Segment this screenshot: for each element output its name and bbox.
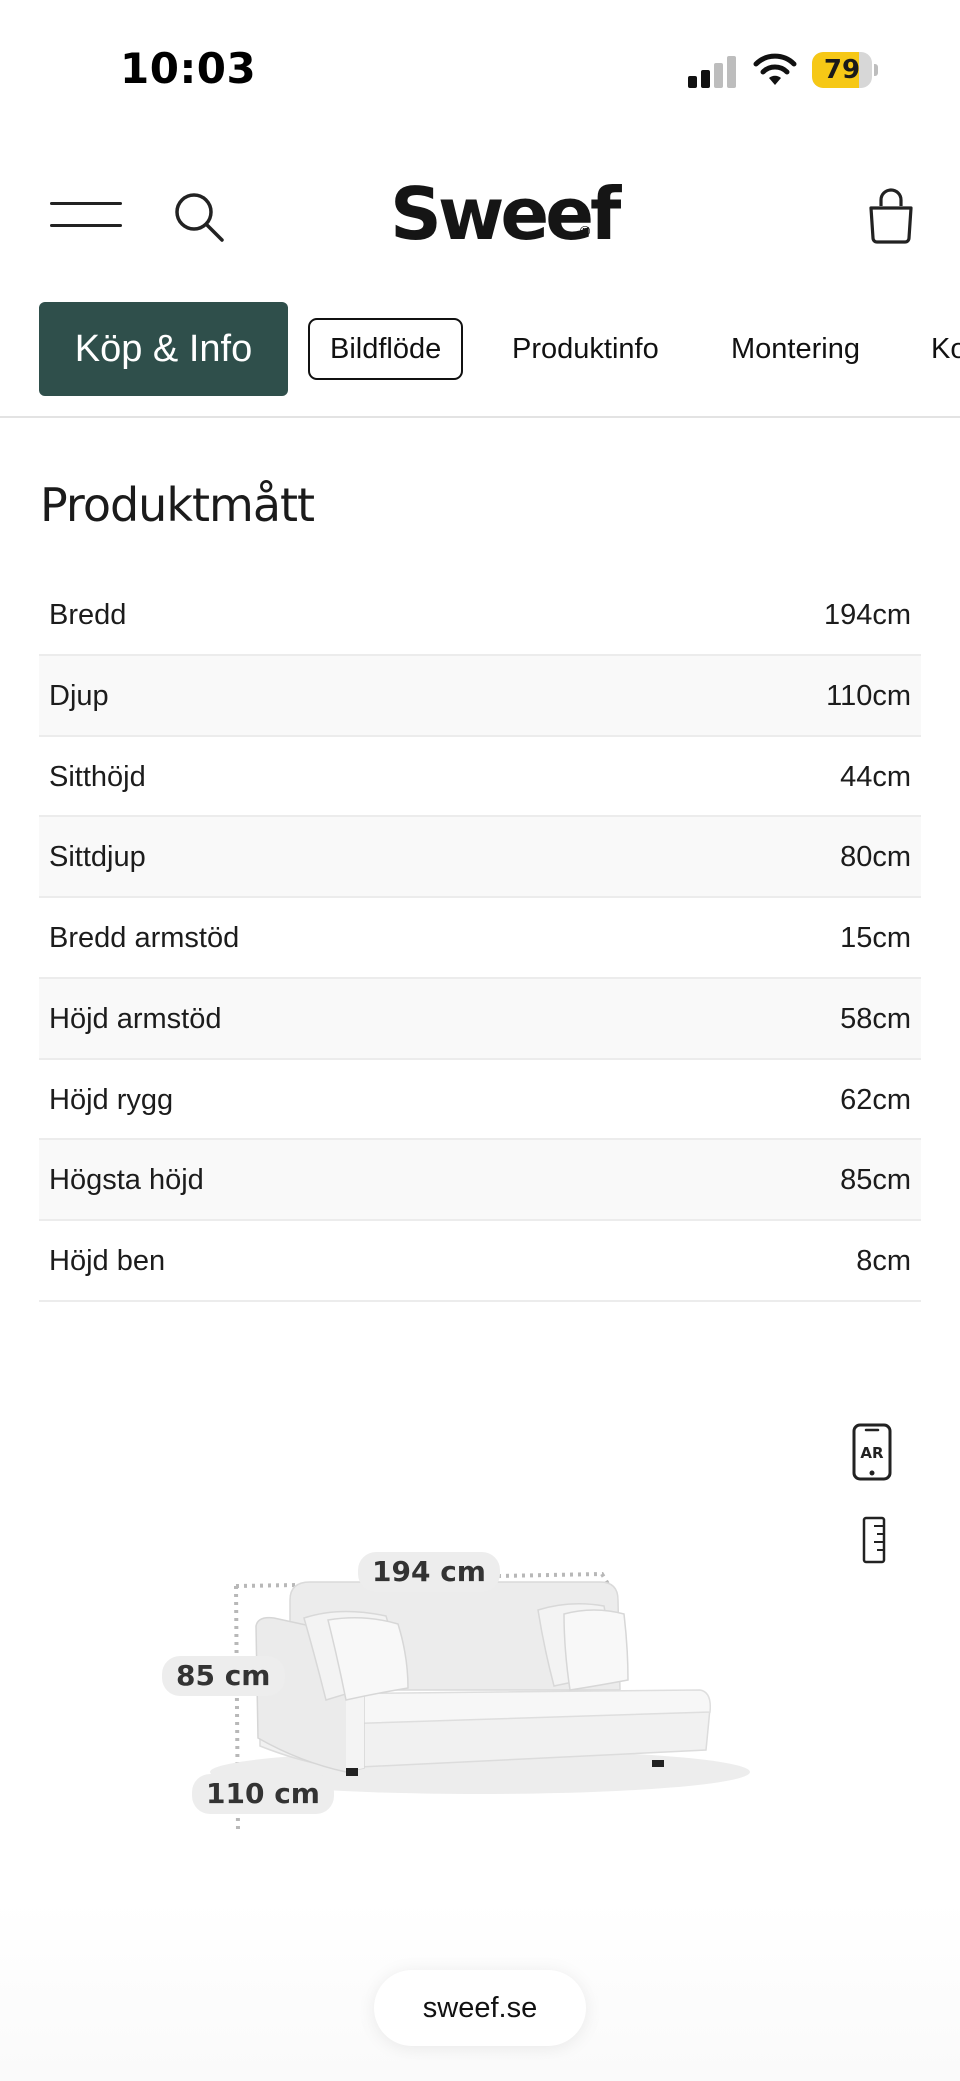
search-icon[interactable] bbox=[170, 188, 226, 244]
table-row: Höjd rygg 62cm bbox=[39, 1060, 921, 1141]
status-time: 10:03 bbox=[120, 44, 257, 93]
battery-level: 79 bbox=[823, 55, 861, 85]
tab-montering[interactable]: Montering bbox=[731, 302, 860, 396]
table-row: Höjd armstöd 58cm bbox=[39, 978, 921, 1060]
table-row: Bredd 194cm bbox=[39, 575, 921, 656]
dimension-value: 15cm bbox=[840, 922, 911, 954]
bag-icon[interactable] bbox=[866, 188, 916, 244]
dimension-label: Bredd armstöd bbox=[49, 922, 240, 954]
dimension-label: Bredd bbox=[49, 599, 127, 631]
browser-url-pill[interactable]: sweef.se bbox=[374, 1970, 586, 2046]
dimension-value: 85cm bbox=[840, 1164, 911, 1197]
table-row: Höjd ben 8cm bbox=[39, 1221, 921, 1302]
table-row: Bredd armstöd 15cm bbox=[39, 898, 921, 979]
ruler-icon[interactable] bbox=[862, 1516, 886, 1564]
tab-more[interactable]: Ko bbox=[931, 302, 960, 396]
status-bar: 10:03 79 bbox=[0, 0, 960, 140]
tab-bildflode[interactable]: Bildflöde bbox=[308, 318, 464, 380]
dimension-label: Djup bbox=[49, 679, 109, 712]
dimension-label: Sitthöjd bbox=[49, 760, 146, 793]
dimensions-table: Bredd 194cm Djup 110cm Sitthöjd 44cm Sit… bbox=[39, 575, 921, 1302]
dimension-label: Höjd armstöd bbox=[49, 1002, 222, 1035]
tabs-divider bbox=[0, 416, 960, 418]
site-header: Sweef ® bbox=[0, 160, 960, 280]
tab-produktinfo[interactable]: Produktinfo bbox=[512, 302, 659, 396]
width-dimension-label: 194 cm bbox=[358, 1552, 500, 1592]
dimension-value: 8cm bbox=[856, 1245, 911, 1277]
dimension-value: 110cm bbox=[826, 679, 911, 712]
dimension-label: Höjd ben bbox=[49, 1245, 166, 1277]
section-title: Produktmått bbox=[40, 478, 315, 532]
table-row: Djup 110cm bbox=[39, 655, 921, 737]
product-tabs: Köp & Info Bildflöde Produktinfo Monteri… bbox=[0, 302, 960, 418]
menu-icon[interactable] bbox=[50, 200, 122, 230]
tab-kop-info[interactable]: Köp & Info bbox=[39, 302, 288, 396]
dimension-label: Höjd rygg bbox=[49, 1083, 174, 1116]
height-dimension-label: 85 cm bbox=[162, 1656, 285, 1696]
dimension-value: 58cm bbox=[840, 1002, 911, 1035]
wifi-icon bbox=[753, 53, 797, 85]
dimension-label: Högsta höjd bbox=[49, 1164, 204, 1197]
ar-label: AR bbox=[860, 1444, 884, 1462]
table-row: Sittdjup 80cm bbox=[39, 817, 921, 898]
dimension-label: Sittdjup bbox=[49, 841, 146, 874]
depth-dimension-label: 110 cm bbox=[192, 1774, 334, 1814]
table-row: Sitthöjd 44cm bbox=[39, 737, 921, 818]
registered-mark: ® bbox=[578, 224, 592, 240]
table-row: Högsta höjd 85cm bbox=[39, 1140, 921, 1221]
cellular-signal-icon bbox=[688, 56, 738, 88]
sweef-logo[interactable]: Sweef bbox=[390, 172, 621, 256]
dimension-value: 44cm bbox=[840, 760, 911, 793]
battery-icon: 79 bbox=[812, 52, 878, 88]
dimension-value: 62cm bbox=[840, 1083, 911, 1116]
ar-view-icon[interactable]: AR bbox=[852, 1423, 892, 1481]
dimension-value: 194cm bbox=[823, 599, 911, 631]
dimension-value: 80cm bbox=[840, 841, 911, 874]
